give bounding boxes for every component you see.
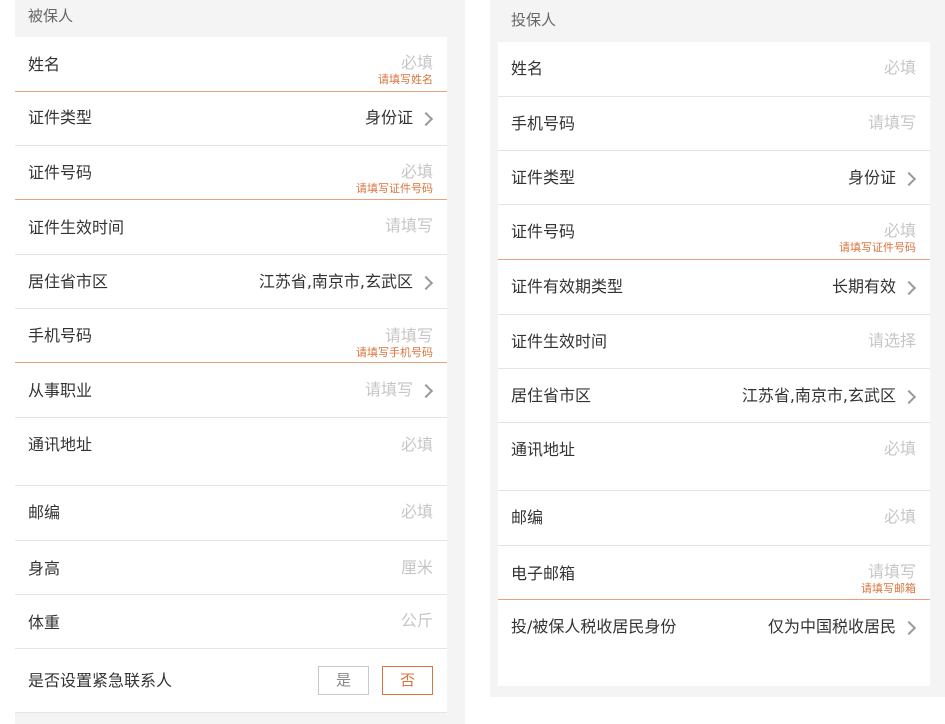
policyholder-id-number-row[interactable]: 证件号码 必填 请填写证件号码: [498, 205, 930, 260]
insured-form-card: 姓名 必填 请填写姓名 证件类型 身份证 证件号码 必填 请填写证件号码 证件生…: [15, 37, 447, 713]
chevron-right-icon: [901, 620, 917, 636]
insured-phone-row[interactable]: 手机号码 请填写 请填写手机号码: [15, 309, 447, 363]
insured-address-input[interactable]: 必填: [401, 434, 433, 456]
policyholder-id-validity-type-value[interactable]: 长期有效: [832, 276, 896, 298]
policyholder-region-value[interactable]: 江苏省,南京市,玄武区: [742, 385, 896, 407]
insured-phone-input[interactable]: 请填写: [385, 325, 433, 347]
row-label: 电子邮箱: [511, 564, 576, 583]
row-label: 姓名: [511, 59, 544, 78]
row-label: 邮编: [511, 508, 544, 527]
error-message: 请填写手机号码: [356, 346, 433, 359]
row-label: 居住省市区: [511, 386, 592, 405]
row-label: 手机号码: [511, 114, 576, 133]
chevron-right-icon: [901, 280, 917, 296]
emergency-contact-no-button[interactable]: 否: [382, 666, 433, 695]
policyholder-id-type-row[interactable]: 证件类型 身份证: [498, 151, 930, 205]
insured-occupation-row[interactable]: 从事职业 请填写: [15, 363, 447, 418]
insured-id-number-input[interactable]: 必填: [401, 161, 433, 183]
row-label: 证件有效期类型: [511, 277, 624, 296]
insured-id-effective-date-row[interactable]: 证件生效时间 请填写: [15, 200, 447, 255]
insured-name-input[interactable]: 必填: [401, 52, 433, 74]
chevron-right-icon: [901, 171, 917, 187]
row-label: 姓名: [28, 55, 61, 74]
policyholder-name-input[interactable]: 必填: [884, 57, 916, 79]
row-label: 邮编: [28, 503, 61, 522]
insured-region-value[interactable]: 江苏省,南京市,玄武区: [259, 271, 413, 293]
policyholder-id-number-input[interactable]: 必填: [884, 220, 916, 242]
row-label: 证件号码: [511, 222, 576, 241]
insured-weight-input[interactable]: 公斤: [401, 610, 433, 632]
insured-id-type-value[interactable]: 身份证: [365, 107, 413, 129]
insured-height-row[interactable]: 身高 厘米: [15, 541, 447, 595]
policyholder-email-input[interactable]: 请填写: [868, 561, 916, 583]
policyholder-id-effective-date-row[interactable]: 证件生效时间 请选择: [498, 315, 930, 369]
chevron-right-icon: [901, 389, 917, 405]
row-label: 通讯地址: [28, 435, 93, 454]
row-label: 通讯地址: [511, 440, 576, 459]
row-label: 体重: [28, 613, 61, 632]
policyholder-tax-residency-row[interactable]: 投/被保人税收居民身份 仅为中国税收居民: [498, 600, 930, 656]
row-label: 居住省市区: [28, 272, 109, 291]
insured-region-row[interactable]: 居住省市区 江苏省,南京市,玄武区: [15, 255, 447, 309]
policyholder-form-card: 姓名 必填 手机号码 请填写 证件类型 身份证 证件号码 必填 请填写证件号码 …: [498, 42, 930, 686]
insured-id-effective-date-input[interactable]: 请填写: [385, 215, 433, 237]
insured-id-type-row[interactable]: 证件类型 身份证: [15, 92, 447, 146]
insured-emergency-contact-row: 是否设置紧急联系人 是 否: [15, 649, 447, 713]
insured-weight-row[interactable]: 体重 公斤: [15, 595, 447, 649]
policyholder-region-row[interactable]: 居住省市区 江苏省,南京市,玄武区: [498, 369, 930, 423]
policyholder-id-validity-type-row[interactable]: 证件有效期类型 长期有效: [498, 260, 930, 315]
error-message: 请填写姓名: [378, 73, 433, 86]
chevron-right-icon: [418, 111, 434, 127]
insured-panel: 被保人 姓名 必填 请填写姓名 证件类型 身份证 证件号码 必填 请填写证件号码…: [15, 0, 465, 724]
row-label: 证件生效时间: [511, 332, 608, 351]
error-message: 请填写证件号码: [356, 182, 433, 195]
row-label: 证件类型: [28, 108, 93, 127]
policyholder-address-input[interactable]: 必填: [884, 438, 916, 460]
policyholder-section-title: 投保人: [511, 11, 557, 29]
policyholder-phone-row[interactable]: 手机号码 请填写: [498, 97, 930, 151]
insured-address-row[interactable]: 通讯地址 必填: [15, 418, 447, 486]
chevron-right-icon: [418, 383, 434, 399]
row-label: 证件类型: [511, 168, 576, 187]
policyholder-id-effective-date-input[interactable]: 请选择: [868, 330, 916, 352]
insured-postcode-row[interactable]: 邮编 必填: [15, 486, 447, 541]
emergency-contact-yes-button[interactable]: 是: [318, 666, 369, 695]
policyholder-email-row[interactable]: 电子邮箱 请填写 请填写邮箱: [498, 546, 930, 600]
policyholder-postcode-input[interactable]: 必填: [884, 506, 916, 528]
row-label: 身高: [28, 559, 61, 578]
row-label: 投/被保人税收居民身份: [511, 617, 677, 636]
chevron-right-icon: [418, 275, 434, 291]
insured-name-row[interactable]: 姓名 必填 请填写姓名: [15, 37, 447, 92]
row-label: 是否设置紧急联系人: [28, 671, 173, 690]
insured-occupation-value[interactable]: 请填写: [365, 379, 413, 401]
row-label: 证件生效时间: [28, 218, 125, 237]
row-label: 证件号码: [28, 163, 93, 182]
error-message: 请填写证件号码: [839, 241, 916, 254]
error-message: 请填写邮箱: [861, 582, 916, 595]
policyholder-postcode-row[interactable]: 邮编 必填: [498, 491, 930, 546]
policyholder-panel: 投保人 姓名 必填 手机号码 请填写 证件类型 身份证 证件号码 必填 请填写证…: [490, 0, 945, 697]
policyholder-address-row[interactable]: 通讯地址 必填: [498, 423, 930, 491]
policyholder-tax-residency-value[interactable]: 仅为中国税收居民: [768, 616, 896, 638]
insured-postcode-input[interactable]: 必填: [401, 501, 433, 523]
row-label: 从事职业: [28, 381, 93, 400]
row-label: 手机号码: [28, 326, 93, 345]
insured-height-input[interactable]: 厘米: [401, 557, 433, 579]
policyholder-id-type-value[interactable]: 身份证: [848, 167, 896, 189]
policyholder-phone-input[interactable]: 请填写: [868, 112, 916, 134]
insured-section-title: 被保人: [28, 7, 74, 25]
insured-id-number-row[interactable]: 证件号码 必填 请填写证件号码: [15, 146, 447, 200]
policyholder-name-row[interactable]: 姓名 必填: [498, 42, 930, 97]
